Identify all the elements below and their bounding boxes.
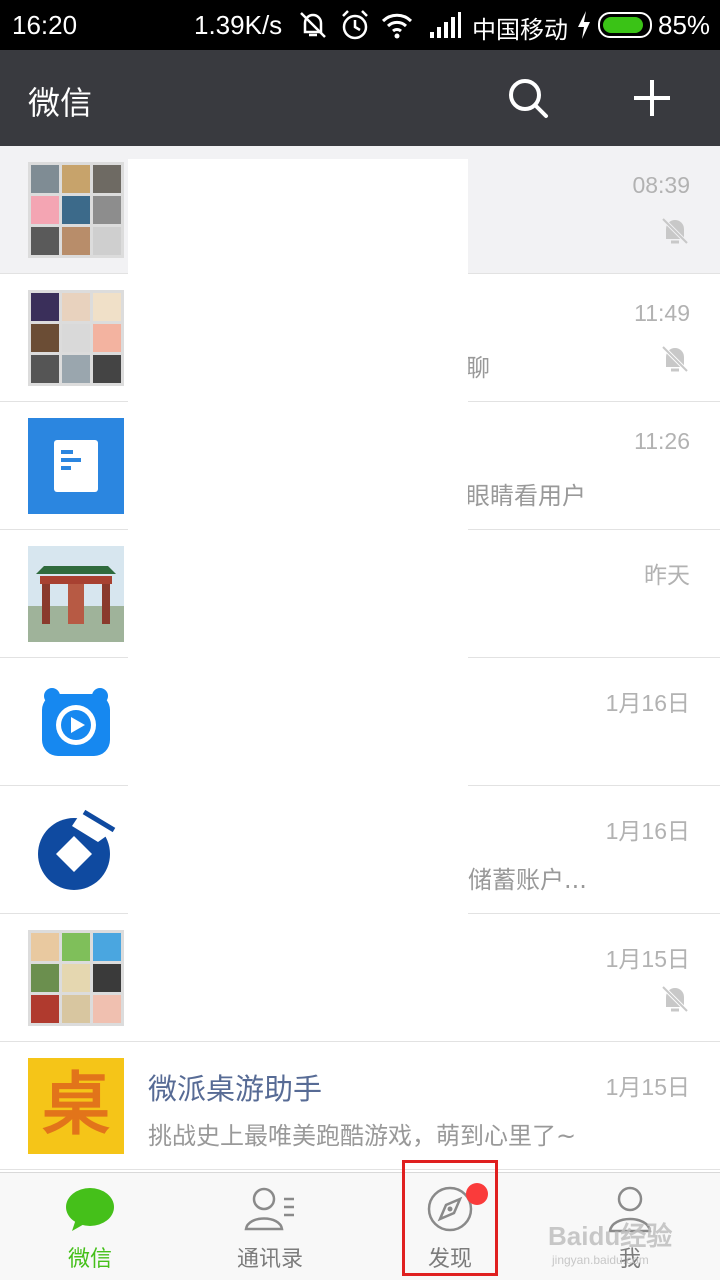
tab-label: 微信: [67, 1247, 112, 1272]
tab-contacts[interactable]: 通讯录: [180, 1173, 360, 1280]
photo-avatar: [28, 546, 124, 642]
video-player-icon: [42, 688, 110, 756]
app-bar: 微信: [0, 50, 720, 146]
chat-preview: 聊: [466, 354, 490, 382]
chat-name: 微派桌游助手: [148, 1072, 323, 1106]
chat-time: 1月16日: [605, 690, 690, 716]
bank-logo-icon: [38, 809, 116, 890]
watermark-brand: Baidu经验: [548, 1221, 673, 1251]
battery-percent: 85%: [658, 10, 711, 40]
battery-icon: [598, 12, 652, 38]
chat-time: 1月15日: [605, 1074, 690, 1100]
chat-preview: 储蓄账户...: [468, 866, 587, 894]
group-avatar: [28, 290, 124, 386]
tab-label: 通讯录: [236, 1247, 303, 1272]
group-avatar: [28, 162, 124, 258]
add-button[interactable]: [624, 70, 680, 126]
gate-photo-icon: [28, 546, 124, 642]
chat-row[interactable]: 桌 微派桌游助手 挑战史上最唯美跑酷游戏，萌到心里了~ 1月15日: [0, 1042, 720, 1170]
carrier-name: 中国移动: [472, 16, 568, 44]
add-icon: [634, 80, 670, 116]
mute-bell-icon: [660, 216, 690, 246]
watermark-url: jingyan.baidu.com: [552, 1253, 649, 1267]
search-button[interactable]: [500, 70, 556, 126]
mute-bell-icon: [660, 344, 690, 374]
status-time: 16:20: [12, 10, 78, 40]
silent-icon: [300, 12, 326, 38]
search-icon: [509, 79, 548, 118]
alarm-icon: [342, 10, 368, 40]
discover-highlight-box: [402, 1160, 498, 1276]
chat-time: 1月15日: [605, 946, 690, 972]
zhuo-logo-icon: 桌: [41, 1066, 110, 1145]
status-bar: 16:20 1.39K/s 中国移动 85%: [0, 0, 720, 50]
document-avatar: [28, 418, 124, 514]
charging-icon: [578, 11, 590, 39]
chat-preview: 挑战史上最唯美跑酷游戏，萌到心里了~: [148, 1122, 577, 1150]
contacts-icon: [244, 1187, 294, 1231]
chat-time: 昨天: [644, 562, 690, 588]
baidu-watermark: Baidu经验 jingyan.baidu.com: [548, 1216, 672, 1267]
signal-icon: [430, 12, 461, 38]
page-title: 微信: [28, 84, 93, 122]
network-speed: 1.39K/s: [194, 10, 283, 40]
zhuo-avatar: 桌: [28, 1058, 124, 1154]
tab-chats[interactable]: 微信: [0, 1173, 180, 1280]
document-icon: [54, 440, 98, 492]
chat-preview: 眼睛看用户: [466, 482, 586, 510]
bank-avatar: [28, 802, 124, 898]
chat-bubble-icon: [66, 1188, 114, 1231]
redaction-block: [128, 159, 468, 941]
chat-time: 08:39: [632, 172, 690, 198]
group-avatar: [28, 930, 124, 1026]
video-avatar: [28, 674, 124, 770]
chat-time: 11:26: [634, 428, 690, 454]
chat-time: 1月16日: [605, 818, 690, 844]
wifi-icon: [381, 13, 413, 39]
chat-time: 11:49: [634, 300, 690, 326]
mute-bell-icon: [660, 984, 690, 1014]
